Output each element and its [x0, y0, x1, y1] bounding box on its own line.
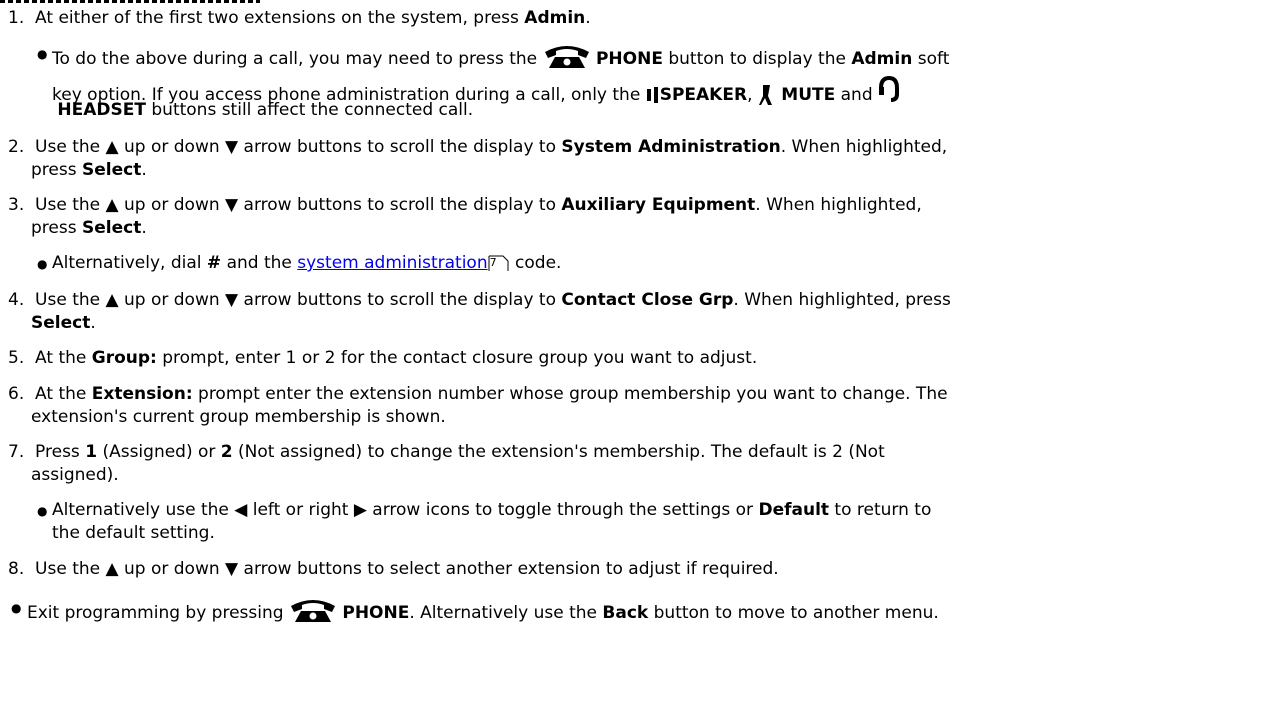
- left-arrow-icon: ◀: [234, 500, 248, 520]
- right-arrow-icon: ▶: [353, 500, 367, 520]
- bullet-left-right: Alternatively use the ◀ left or right ▶ …: [52, 500, 932, 520]
- step-6-line-2: extension's current group membership is …: [31, 407, 446, 427]
- speaker-icon: [646, 87, 658, 103]
- bullet-icon: ●: [37, 257, 48, 271]
- step-8: 8. Use the ▲ up or down ▼ arrow buttons …: [8, 559, 779, 579]
- headset-icon: [879, 76, 900, 102]
- bullet-icon: ●: [11, 601, 22, 615]
- up-arrow-icon: ▲: [105, 290, 119, 310]
- bullet-icon: ●: [37, 47, 48, 61]
- bullet-icon: ●: [37, 504, 48, 518]
- down-arrow-icon: ▼: [225, 195, 239, 215]
- exit-programming: Exit programming by pressing PHONE. Alte…: [27, 596, 939, 624]
- step-2: 2. Use the ▲ up or down ▼ arrow buttons …: [8, 137, 948, 157]
- cross-reference-icon[interactable]: 7: [488, 255, 510, 272]
- up-arrow-icon: ▲: [105, 137, 119, 157]
- phone-icon: [544, 46, 589, 68]
- step-7: 7. Press 1 (Assigned) or 2 (Not assigned…: [8, 442, 885, 462]
- step-1: 1. At either of the first two extensions…: [8, 8, 591, 28]
- bullet-dial-hash: Alternatively, dial # and the system adm…: [52, 253, 562, 273]
- phone-icon: [290, 600, 335, 622]
- system-administration-link[interactable]: system administration: [297, 253, 487, 273]
- up-arrow-icon: ▲: [105, 195, 119, 215]
- step-4: 4. Use the ▲ up or down ▼ arrow buttons …: [8, 290, 951, 310]
- mute-icon: [758, 85, 772, 105]
- step-number: 1.: [8, 8, 25, 28]
- cropped-heading-remnant: [0, 0, 260, 3]
- step-7-line-2: assigned).: [31, 465, 119, 485]
- up-arrow-icon: ▲: [105, 559, 119, 579]
- step-3-line-2: press Select.: [31, 218, 147, 238]
- down-arrow-icon: ▼: [225, 290, 239, 310]
- step-2-line-2: press Select.: [31, 160, 147, 180]
- bullet-left-right-line-2: the default setting.: [52, 523, 215, 543]
- bullet-line-3: HEADSET buttons still affect the connect…: [57, 100, 474, 120]
- bullet-phone-during-call: To do the above during a call, you may n…: [52, 42, 949, 70]
- down-arrow-icon: ▼: [225, 559, 239, 579]
- step-4-line-2: Select.: [31, 313, 96, 333]
- down-arrow-icon: ▼: [225, 137, 239, 157]
- step-5: 5. At the Group: prompt, enter 1 or 2 fo…: [8, 348, 758, 368]
- step-3: 3. Use the ▲ up or down ▼ arrow buttons …: [8, 195, 922, 215]
- step-6: 6. At the Extension: prompt enter the ex…: [8, 384, 948, 404]
